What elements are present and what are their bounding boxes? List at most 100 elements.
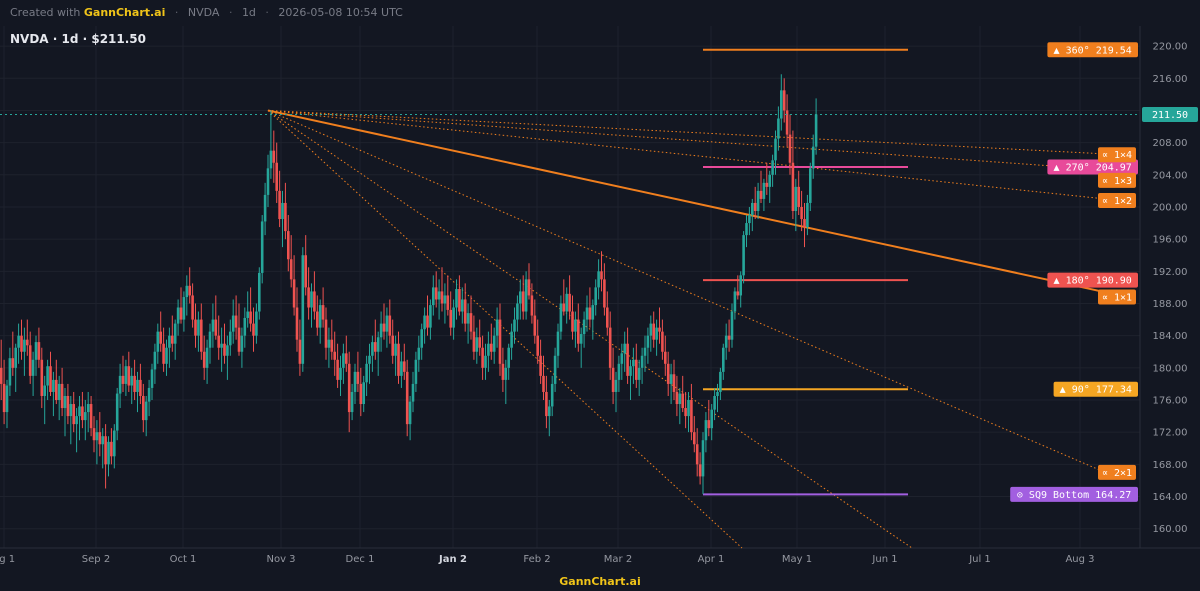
- candle-body: [258, 272, 261, 312]
- level-tag: ▲ 360° 219.54: [1054, 45, 1132, 56]
- candle-body: [144, 401, 148, 421]
- gann-chart[interactable]: 160.00 164.00 168.00 172.00 176.00 180.00 184.…: [0, 0, 1200, 591]
- candle-body: [339, 367, 342, 380]
- candle-body: [582, 319, 586, 335]
- candle-body: [429, 305, 432, 328]
- candle-body: [49, 366, 52, 392]
- candle-body: [565, 293, 568, 312]
- candle-body: [507, 347, 510, 368]
- candle-body: [43, 385, 46, 396]
- candle-body: [452, 307, 455, 328]
- candle-body: [733, 291, 737, 312]
- candle-body: [730, 311, 734, 340]
- candle-body: [469, 313, 473, 332]
- candle-body: [411, 383, 415, 402]
- candle-body: [142, 395, 145, 421]
- candle-body: [408, 401, 412, 425]
- candle-body: [295, 307, 299, 340]
- candle-body: [165, 347, 168, 364]
- candle-body: [806, 202, 809, 228]
- candle-body: [591, 305, 595, 320]
- candle-body: [365, 363, 368, 383]
- candle-body: [211, 319, 215, 332]
- candle-body: [504, 367, 508, 380]
- candle-body: [5, 385, 9, 413]
- candle-body: [95, 432, 99, 441]
- candle-body: [214, 319, 218, 336]
- candle-body: [194, 319, 197, 336]
- y-tick-label: 196.00: [1153, 235, 1188, 246]
- candle-body: [307, 287, 310, 308]
- candle-body: [478, 337, 481, 348]
- candle-body: [765, 182, 769, 187]
- x-tick-label: Nov 3: [266, 554, 295, 565]
- candle-body: [60, 383, 64, 409]
- candle-body: [168, 335, 171, 348]
- level-tag: ▲ 270° 204.97: [1054, 162, 1132, 173]
- y-tick-label: 208.00: [1153, 138, 1188, 149]
- candle-body: [762, 182, 766, 199]
- y-tick-label: 184.00: [1153, 331, 1188, 342]
- candle-body: [171, 335, 174, 344]
- candle-body: [811, 146, 815, 169]
- candle-body: [405, 371, 409, 425]
- candle-body: [110, 441, 113, 457]
- candle-body: [388, 315, 392, 336]
- candle-body: [324, 319, 328, 348]
- level-tag: ▲ 90° 177.34: [1060, 385, 1132, 396]
- candle-body: [191, 295, 194, 320]
- candle-body: [516, 303, 519, 320]
- candle-body: [263, 194, 267, 222]
- candle-body: [333, 351, 336, 360]
- candle-body: [722, 347, 725, 372]
- candle-body: [739, 275, 742, 296]
- fan-line: [267, 110, 743, 549]
- candle-body: [310, 291, 313, 308]
- candle-body: [681, 393, 684, 409]
- candle-body: [8, 358, 12, 386]
- candle-body: [550, 383, 554, 407]
- candle-body: [350, 391, 354, 413]
- candle-body: [394, 343, 397, 356]
- candle-body: [611, 367, 615, 392]
- candle-body: [69, 404, 73, 417]
- candle-body: [185, 285, 189, 298]
- candle-body: [597, 271, 600, 288]
- candle-body: [463, 299, 467, 324]
- candle-body: [434, 287, 438, 300]
- candle-body: [202, 351, 206, 368]
- candle-body: [223, 343, 226, 356]
- y-tick-label: 176.00: [1153, 396, 1188, 407]
- candle-body: [655, 327, 658, 340]
- candle-body: [693, 432, 696, 445]
- x-tick-label: Dec 1: [346, 554, 375, 565]
- candle-body: [220, 343, 223, 348]
- x-tick-label: Sep 2: [82, 554, 110, 565]
- candle-body: [594, 287, 597, 306]
- candle-body: [527, 279, 531, 296]
- candle-body: [118, 375, 122, 394]
- candle-body: [52, 379, 55, 392]
- candle-body: [75, 416, 78, 425]
- candle-body: [716, 391, 719, 396]
- y-tick-label: 188.00: [1153, 299, 1188, 310]
- candle-body: [139, 379, 142, 396]
- candle-body: [658, 327, 661, 332]
- candle-body: [669, 374, 673, 384]
- candle-body: [342, 353, 345, 368]
- fan-line-1x1: [267, 109, 1121, 297]
- candle-body: [542, 375, 545, 392]
- candle-body: [745, 223, 748, 236]
- candle-body: [28, 345, 32, 376]
- candle-body: [577, 319, 580, 344]
- candle-body: [321, 305, 325, 320]
- fan-line: [267, 110, 913, 549]
- y-tick-label: 180.00: [1153, 363, 1188, 374]
- y-tick-label: 164.00: [1153, 492, 1188, 503]
- candle-body: [368, 355, 371, 364]
- candle-body: [336, 359, 339, 380]
- candle-body: [162, 343, 165, 364]
- x-tick-label: Jan 2: [438, 554, 467, 565]
- candle-body: [803, 219, 806, 228]
- candle-body: [156, 331, 160, 352]
